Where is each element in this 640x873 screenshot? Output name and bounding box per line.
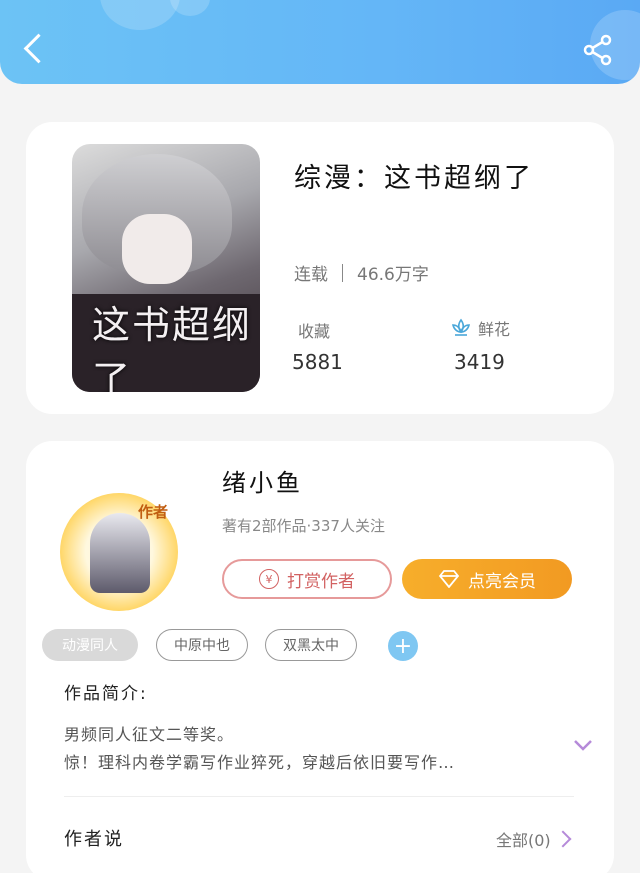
book-title: 综漫：这书超纲了 xyxy=(294,163,534,194)
author-say-label: 作者说 xyxy=(64,829,124,850)
flower-count: 3419 xyxy=(454,350,505,374)
word-count: 46.6万字 xyxy=(357,265,429,285)
share-button[interactable] xyxy=(580,32,616,68)
tag-chip[interactable]: 中原中也 xyxy=(156,629,248,661)
book-status-row: 连载 46.6万字 xyxy=(294,260,429,285)
intro-text-line: 男频同人征文二等奖。 xyxy=(64,725,235,744)
author-meta: 著有2部作品·337人关注 xyxy=(222,517,385,535)
author-badge: 作者 xyxy=(138,503,169,521)
book-info-card: 这书超纲了 综漫：这书超纲了 连载 46.6万字 收藏 5881 鲜花 3419 xyxy=(26,122,614,414)
flower-icon xyxy=(451,318,471,336)
add-tag-button[interactable]: + xyxy=(388,631,418,661)
book-cover[interactable]: 这书超纲了 xyxy=(72,144,260,392)
collect-label-text: 收藏 xyxy=(298,322,331,341)
tag-chip[interactable]: 双黑太中 xyxy=(265,629,357,661)
tip-author-button[interactable]: ¥ 打赏作者 xyxy=(222,559,392,599)
share-icon xyxy=(583,34,612,66)
flower-label-text: 鲜花 xyxy=(478,320,511,339)
avatar[interactable]: 作者 xyxy=(54,487,184,611)
decor-bubble xyxy=(170,0,210,16)
collect-label: 收藏 xyxy=(298,318,330,342)
divider xyxy=(64,796,574,797)
flower-label[interactable]: 鲜花 xyxy=(450,316,510,340)
top-bar xyxy=(0,0,640,84)
author-card: 作者 绪小鱼 著有2部作品·337人关注 ¥ 打赏作者 点亮会员 动漫同人 中原… xyxy=(26,441,614,873)
tag-chip[interactable]: 动漫同人 xyxy=(42,629,138,661)
divider xyxy=(342,263,343,282)
all-link-label: 全部(0) xyxy=(496,831,551,850)
back-button[interactable] xyxy=(20,30,50,70)
author-name[interactable]: 绪小鱼 xyxy=(222,463,303,498)
diamond-icon xyxy=(438,570,460,588)
vip-label: 点亮会员 xyxy=(468,571,536,592)
chevron-right-icon xyxy=(554,830,572,848)
avatar-image xyxy=(90,513,150,593)
tip-author-label: 打赏作者 xyxy=(287,571,355,592)
cover-title: 这书超纲了 xyxy=(92,303,253,392)
serial-status: 连载 xyxy=(294,265,328,285)
intro-text-line: 惊！理科内卷学霸写作业猝死，穿越后依旧要写作… xyxy=(64,753,456,772)
cover-art xyxy=(122,214,192,284)
chevron-down-icon[interactable] xyxy=(572,737,594,753)
plus-icon: + xyxy=(393,633,413,659)
decor-bubble xyxy=(100,0,180,30)
collect-count: 5881 xyxy=(292,350,343,374)
coin-icon: ¥ xyxy=(259,569,279,589)
intro-label: 作品简介: xyxy=(64,684,148,704)
vip-button[interactable]: 点亮会员 xyxy=(402,559,572,599)
author-say-all-link[interactable]: 全部(0) xyxy=(496,827,572,851)
